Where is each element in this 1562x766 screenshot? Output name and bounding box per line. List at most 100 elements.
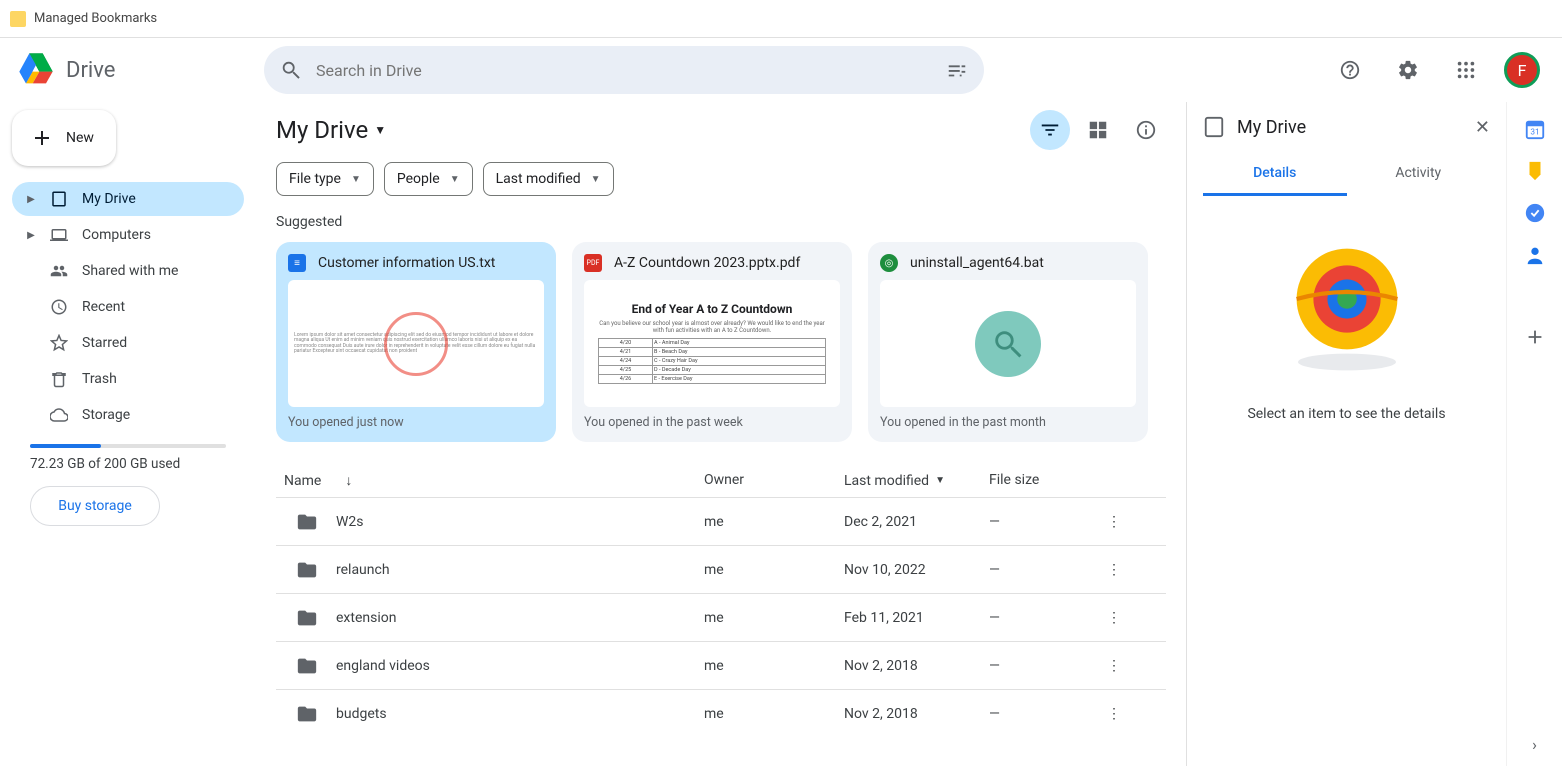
logo[interactable]: Drive [16, 50, 256, 90]
suggested-subtitle: You opened just now [288, 415, 544, 430]
sidebar-item-shared[interactable]: ▶ Shared with me [12, 254, 244, 288]
file-owner: me [704, 706, 844, 722]
bookmark-bar: Managed Bookmarks [0, 0, 1562, 38]
cloud-icon [50, 406, 68, 424]
keep-icon[interactable] [1524, 160, 1546, 182]
table-header: Name ↓ Owner Last modified▼ File size [276, 460, 1166, 497]
file-owner: me [704, 610, 844, 626]
more-actions-icon[interactable]: ⋮ [1089, 514, 1139, 530]
suggested-subtitle: You opened in the past month [880, 415, 1136, 430]
filter-icon[interactable] [1030, 110, 1070, 150]
thumbnail: End of Year A to Z Countdown Can you bel… [584, 280, 840, 407]
sidebar-item-storage[interactable]: ▶ Storage [12, 398, 244, 432]
chevron-down-icon: ▼ [935, 475, 945, 486]
drive-icon [1203, 116, 1225, 138]
sidebar-item-starred[interactable]: ▶ Starred [12, 326, 244, 360]
file-owner: me [704, 658, 844, 674]
chip-people[interactable]: People▼ [384, 162, 473, 196]
account-avatar[interactable]: F [1504, 52, 1540, 88]
file-size: — [989, 610, 1089, 626]
file-name: relaunch [336, 562, 390, 578]
table-row[interactable]: england videos me Nov 2, 2018 — ⋮ [276, 641, 1166, 689]
tasks-icon[interactable] [1524, 202, 1546, 224]
more-actions-icon[interactable]: ⋮ [1089, 658, 1139, 674]
sidebar-item-trash[interactable]: ▶ Trash [12, 362, 244, 396]
contacts-icon[interactable] [1524, 244, 1546, 266]
calendar-icon[interactable]: 31 [1524, 118, 1546, 140]
apps-icon[interactable] [1446, 50, 1486, 90]
suggested-card[interactable]: ≡ Customer information US.txt Lorem ipsu… [276, 242, 556, 442]
add-icon[interactable] [1524, 326, 1546, 348]
table-row[interactable]: relaunch me Nov 10, 2022 — ⋮ [276, 545, 1166, 593]
cursor-indicator [384, 312, 448, 376]
suggested-card[interactable]: PDF A-Z Countdown 2023.pptx.pdf End of Y… [572, 242, 852, 442]
breadcrumb[interactable]: My Drive ▼ [276, 116, 386, 144]
info-icon[interactable] [1126, 110, 1166, 150]
bookmark-label[interactable]: Managed Bookmarks [34, 11, 157, 26]
tab-details[interactable]: Details [1203, 152, 1347, 196]
file-name: W2s [336, 514, 364, 530]
more-actions-icon[interactable]: ⋮ [1089, 562, 1139, 578]
file-owner: me [704, 514, 844, 530]
column-modified[interactable]: Last modified▼ [844, 472, 989, 489]
chevron-down-icon: ▼ [591, 174, 601, 185]
sidebar-item-recent[interactable]: ▶ Recent [12, 290, 244, 324]
file-size: — [989, 514, 1089, 530]
suggested-title: Suggested [276, 214, 1166, 230]
suggested-row: ≡ Customer information US.txt Lorem ipsu… [276, 242, 1166, 442]
table-row[interactable]: budgets me Nov 2, 2018 — ⋮ [276, 689, 1166, 737]
search-options-icon[interactable] [946, 59, 968, 81]
file-modified: Nov 10, 2022 [844, 562, 989, 578]
buy-storage-button[interactable]: Buy storage [30, 486, 160, 526]
search-input[interactable] [316, 61, 932, 80]
help-icon[interactable] [1330, 50, 1370, 90]
close-icon[interactable]: ✕ [1475, 117, 1490, 138]
nav-label: Storage [82, 407, 130, 423]
folder-icon [296, 655, 318, 677]
page-title: My Drive [276, 116, 368, 144]
folder-icon [296, 559, 318, 581]
chip-last-modified[interactable]: Last modified▼ [483, 162, 614, 196]
file-size: — [989, 706, 1089, 722]
search-bar[interactable] [264, 46, 984, 94]
folder-icon [296, 511, 318, 533]
trash-icon [50, 370, 68, 388]
grid-view-icon[interactable] [1078, 110, 1118, 150]
header: Drive F [0, 38, 1562, 102]
chip-file-type[interactable]: File type▼ [276, 162, 374, 196]
table-row[interactable]: extension me Feb 11, 2021 — ⋮ [276, 593, 1166, 641]
column-name[interactable]: Name ↓ [284, 472, 704, 489]
nav-label: Recent [82, 299, 125, 315]
file-name: budgets [336, 706, 387, 722]
script-icon: ◎ [880, 254, 898, 272]
chevron-down-icon: ▼ [450, 174, 460, 185]
plus-icon [30, 126, 54, 150]
suggested-card[interactable]: ◎ uninstall_agent64.bat You opened in th… [868, 242, 1148, 442]
suggested-title: uninstall_agent64.bat [910, 255, 1044, 271]
column-owner[interactable]: Owner [704, 472, 844, 489]
storage-text: 72.23 GB of 200 GB used [30, 456, 226, 472]
suggested-title: Customer information US.txt [318, 255, 495, 271]
sidebar-item-mydrive[interactable]: ▶ My Drive [12, 182, 244, 216]
app-name: Drive [66, 58, 115, 83]
new-button[interactable]: New [12, 110, 116, 166]
sort-arrow-icon: ↓ [345, 472, 352, 489]
file-modified: Dec 2, 2021 [844, 514, 989, 530]
pdf-icon: PDF [584, 254, 602, 272]
content-area: My Drive ▼ File type▼ People▼ Last modif… [256, 102, 1186, 766]
settings-icon[interactable] [1388, 50, 1428, 90]
more-actions-icon[interactable]: ⋮ [1089, 706, 1139, 722]
more-actions-icon[interactable]: ⋮ [1089, 610, 1139, 626]
file-modified: Nov 2, 2018 [844, 658, 989, 674]
empty-graphic [1277, 236, 1417, 376]
new-button-label: New [66, 130, 94, 146]
expand-rail-icon[interactable]: › [1532, 735, 1537, 754]
column-size[interactable]: File size [989, 472, 1089, 489]
clock-icon [50, 298, 68, 316]
chevron-right-icon: ▶ [26, 230, 36, 241]
table-row[interactable]: W2s me Dec 2, 2021 — ⋮ [276, 497, 1166, 545]
tab-activity[interactable]: Activity [1347, 152, 1491, 196]
file-modified: Nov 2, 2018 [844, 706, 989, 722]
nav-label: Trash [82, 371, 117, 387]
sidebar-item-computers[interactable]: ▶ Computers [12, 218, 244, 252]
